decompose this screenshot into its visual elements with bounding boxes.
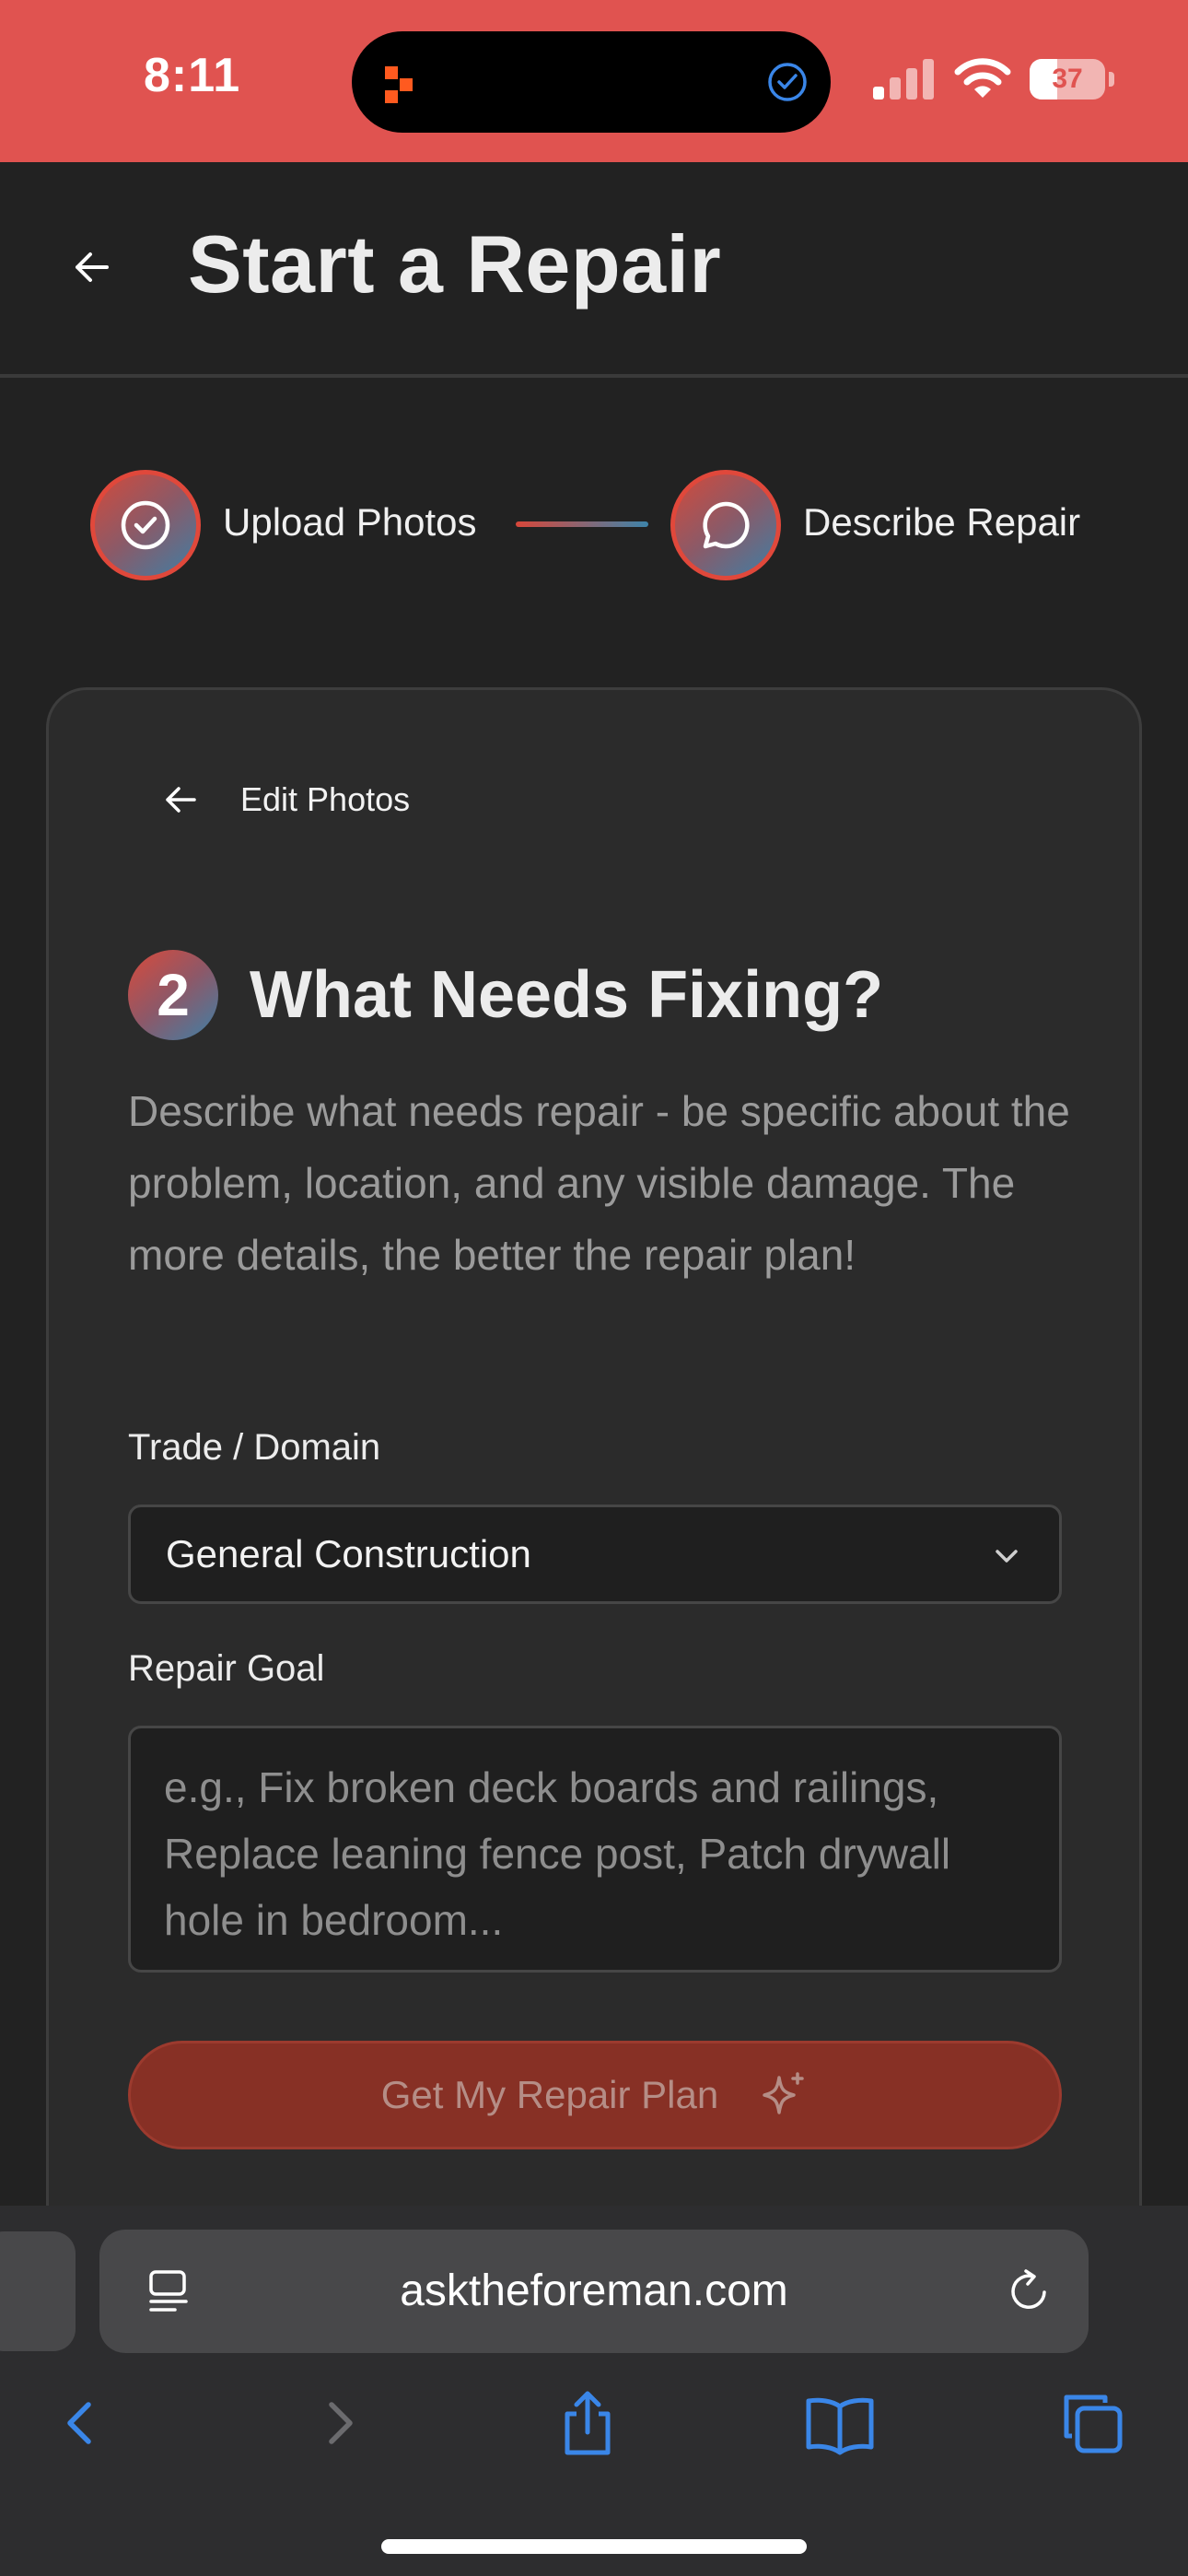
share-icon[interactable] [551,2386,624,2460]
trade-domain-value: General Construction [166,1532,531,1575]
section-description: Describe what needs repair - be specific… [128,1087,1070,1279]
trade-domain-select[interactable]: General Construction [128,1505,1062,1604]
back-arrow-icon [166,787,196,813]
status-time: 8:11 [144,49,241,102]
repair-goal-label: Repair Goal [128,1648,325,1689]
dynamic-island [352,31,831,133]
sparkle-icon [763,2072,804,2114]
step-describe-repair [670,470,781,580]
step-connector [516,521,648,527]
repair-goal-textarea[interactable]: e.g., Fix broken deck boards and railing… [128,1726,1062,1973]
step-label-describe-repair: Describe Repair [803,500,1081,544]
section-title: What Needs Fixing? [250,958,884,1032]
battery-icon: 37 [1030,59,1114,100]
browser-toolbar: asktheforeman.com [0,2206,1188,2576]
wifi-icon [954,58,1011,98]
edit-photos-button[interactable]: Edit Photos [159,767,410,832]
address-bar[interactable]: asktheforeman.com [99,2230,1089,2353]
step-number-badge: 2 [128,950,218,1040]
chat-bubble-icon [703,501,750,549]
previous-tab-preview[interactable] [0,2231,76,2351]
check-circle-icon [121,500,170,550]
step-upload-photos [90,470,201,580]
app-activity-icon [385,66,413,103]
back-arrow-icon[interactable] [68,243,116,291]
repair-goal-placeholder: e.g., Fix broken deck boards and railing… [164,1763,951,1944]
edit-photos-label: Edit Photos [240,780,411,818]
forward-nav-icon[interactable] [302,2386,376,2460]
step-label-upload-photos: Upload Photos [223,500,477,544]
checkmark-circle-icon [768,63,807,101]
status-bar: 8:11 37 [0,0,1188,162]
cellular-signal-icon [873,59,934,100]
reload-icon[interactable] [1004,2266,1054,2316]
repair-form-card: Edit Photos 2 What Needs Fixing? Describ… [46,687,1142,2254]
url-text: asktheforeman.com [400,2266,788,2315]
bookmarks-icon[interactable] [803,2386,877,2460]
back-nav-icon[interactable] [44,2386,118,2460]
chevron-down-icon [996,1550,1018,1563]
home-indicator[interactable] [381,2539,807,2554]
battery-tip [1109,72,1114,87]
app-header: Start a Repair [0,162,1188,378]
tabs-icon[interactable] [1055,2386,1129,2460]
battery-percentage: 37 [1052,64,1083,94]
get-repair-plan-button[interactable]: Get My Repair Plan [128,2041,1062,2149]
get-repair-plan-label: Get My Repair Plan [380,2073,719,2116]
page-title: Start a Repair [188,218,722,310]
progress-stepper: Upload Photos Describe Repair [0,461,1188,590]
trade-domain-label: Trade / Domain [128,1427,381,1468]
